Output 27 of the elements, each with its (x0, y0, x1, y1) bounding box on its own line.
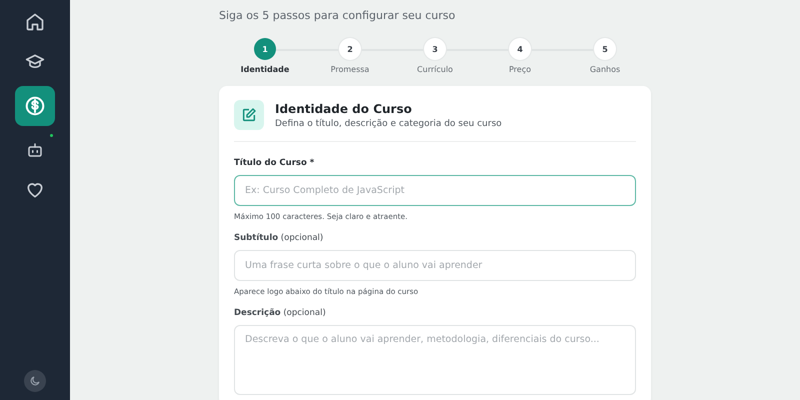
input-field[interactable]: Ex: Curso Completo de JavaScript (234, 175, 636, 206)
step-label: Currículo (417, 65, 453, 74)
step-circle[interactable]: 4 (509, 38, 531, 60)
step-circle[interactable]: 5 (594, 38, 616, 60)
edit-icon (241, 107, 257, 123)
field-label: Subtítulo (opcional) (234, 233, 324, 243)
step-label: Ganhos (590, 65, 620, 74)
step-circle[interactable]: 2 (339, 38, 361, 60)
textarea-field[interactable]: Descreva o que o aluno vai aprender, metodologia, diferenciais do curso... (234, 325, 636, 395)
step-circle[interactable]: 1 (254, 38, 276, 60)
step-label: Promessa (330, 65, 370, 74)
card-title: Identidade do Curso (275, 102, 413, 116)
step-label: Identidade (240, 65, 290, 74)
moon-icon (29, 375, 41, 387)
theme-toggle-button[interactable] (24, 370, 46, 392)
card-subtitle: Defina o título, descrição e categoria do seu curso (275, 119, 502, 129)
heart-icon (25, 180, 45, 200)
nav-button[interactable] (15, 86, 55, 126)
home-icon (25, 12, 45, 32)
notification-dot (50, 134, 53, 137)
dollar-icon (24, 95, 46, 117)
field-label: Descrição (opcional) (234, 308, 327, 318)
step-label: Preço (508, 65, 531, 74)
step-circle[interactable]: 3 (424, 38, 446, 60)
robot-icon (26, 141, 44, 159)
intro-text: Siga os 5 passos para configurar seu curso (219, 9, 456, 22)
field-label: Título do Curso * (234, 158, 316, 168)
